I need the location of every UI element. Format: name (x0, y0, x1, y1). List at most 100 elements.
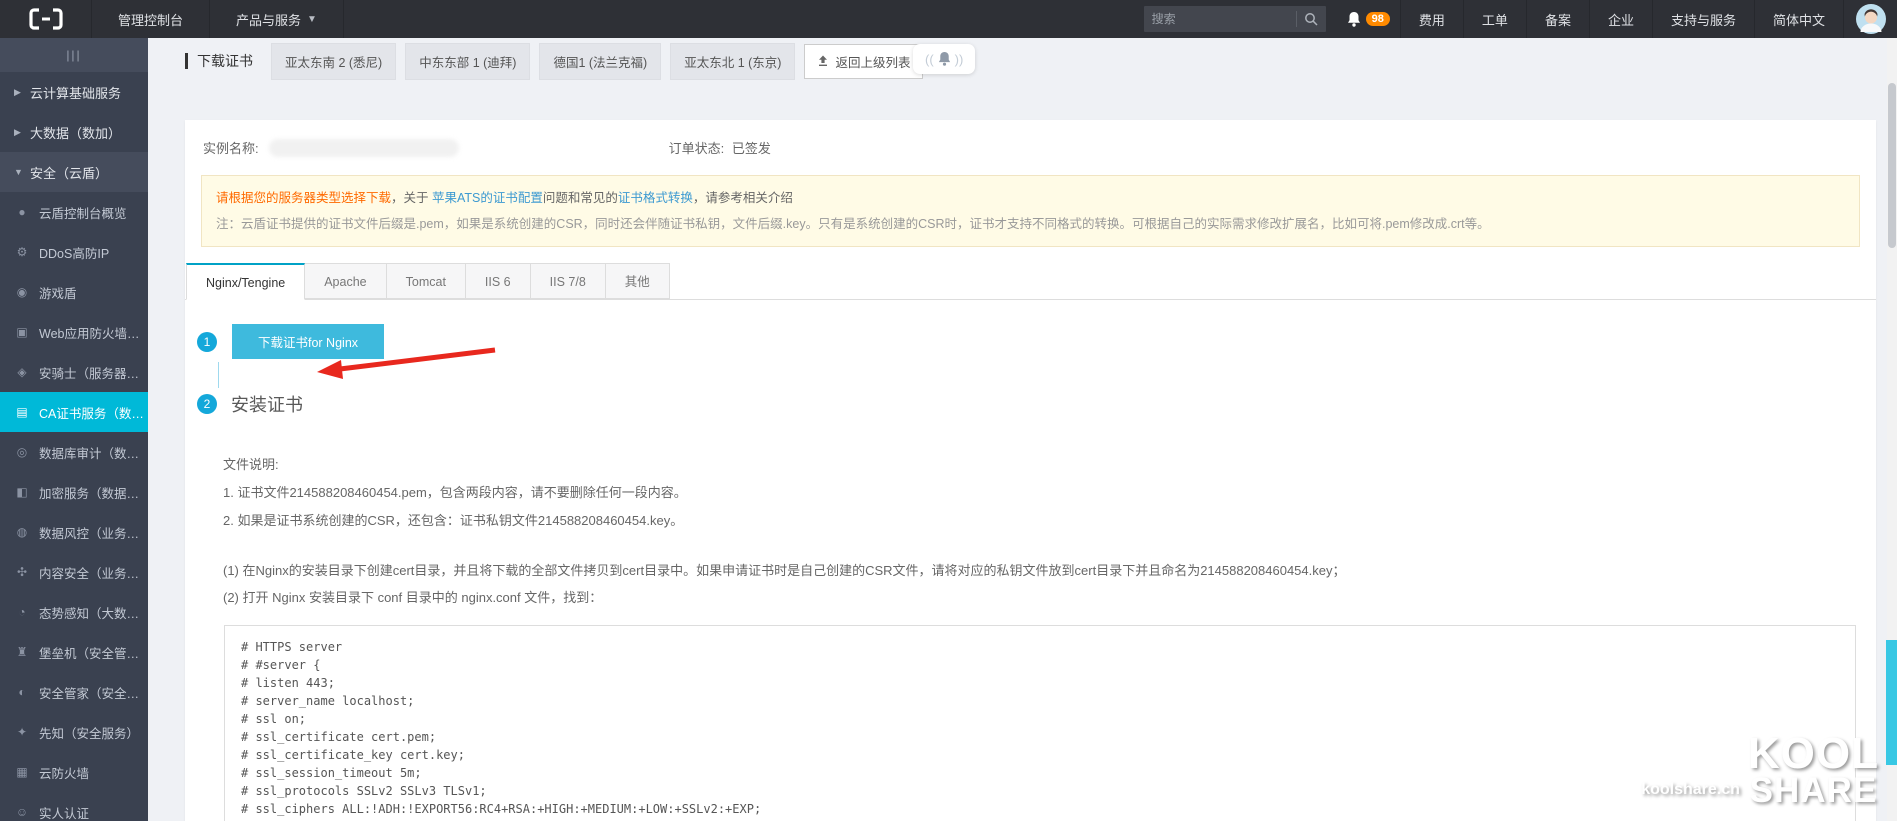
tab-tomcat[interactable]: Tomcat (386, 263, 466, 299)
collapse-sidebar-icon: ||| (66, 48, 82, 62)
gear-icon: ⚙ (16, 245, 28, 259)
region-button-tokyo[interactable]: 亚太东北 1 (东京) (670, 42, 796, 80)
content-network-icon: ✣ (16, 565, 28, 579)
waf-shield-icon: ▣ (16, 325, 28, 339)
sidebar-item-label: 云盾控制台概览 (39, 206, 127, 221)
nav-icp[interactable]: 备案 (1525, 0, 1589, 38)
sidebar-item-content-security[interactable]: ✣ 内容安全（业务安全） (0, 552, 148, 592)
order-status: 订单状态: 已签发 (669, 138, 771, 157)
sidebar-group-label: 云计算基础服务 (30, 85, 122, 101)
notifications-button[interactable]: 98 (1340, 0, 1400, 38)
sidebar-item-ddos[interactable]: ⚙ DDoS高防IP (0, 232, 148, 272)
sidebar-item-real-person-auth[interactable]: ☺ 实人认证 (0, 792, 148, 821)
risk-shield-icon: ◍ (16, 525, 28, 539)
avatar[interactable] (1843, 0, 1897, 38)
notice-box: 请根据您的服务器类型选择下载，关于 苹果ATS的证书配置问题和常见的证书格式转换… (201, 175, 1860, 247)
sidebar-item-bastion[interactable]: ♜ 堡垒机（安全管理） (0, 632, 148, 672)
file-description: 文件说明: 1. 证书文件214588208460454.pem，包含两段内容，… (223, 451, 1856, 535)
sidebar-item-label: 数据风控（业务安全） (39, 526, 148, 541)
instance-name-redacted (268, 138, 459, 157)
region-button-frankfurt[interactable]: 德国1 (法兰克福) (539, 42, 662, 80)
tab-apache[interactable]: Apache (305, 263, 387, 299)
bastion-icon: ♜ (16, 645, 28, 659)
instance-info-row: 实例名称: 订单状态: 已签发 (185, 120, 1876, 161)
topbar: 管理控制台 产品与服务 ▼ 98 费用 工单 备案 企业 支持与服务 简体中文 (0, 0, 1897, 38)
download-certificate-button[interactable]: 下载证书for Nginx (232, 324, 385, 359)
search-icon[interactable] (1304, 12, 1318, 26)
sidebar-collapse-button[interactable]: ||| (0, 38, 148, 72)
tab-nginx-tengine[interactable]: Nginx/Tengine (186, 263, 306, 300)
sidebar-item-db-audit[interactable]: ◎ 数据库审计（数据安... (0, 432, 148, 472)
tab-iis78[interactable]: IIS 7/8 (530, 263, 606, 299)
tab-iis6[interactable]: IIS 6 (465, 263, 531, 299)
install-instructions: (1) 在Nginx的安装目录下创建cert目录，并且将下载的全部文件拷贝到ce… (223, 557, 1856, 611)
search-divider (1295, 11, 1297, 27)
install-step-2: (2) 打开 Nginx 安装目录下 conf 目录中的 nginx.conf … (223, 590, 603, 605)
install-cert-title: 安装证书 (231, 395, 303, 415)
sidebar-item-situation-awareness[interactable]: ◔ 态势感知（大数据安... (0, 592, 148, 632)
ats-config-link[interactable]: 苹果ATS的证书配置 (432, 191, 543, 205)
sidebar-item-security-butler[interactable]: ◐ 安全管家（安全服务） (0, 672, 148, 712)
sidebar-item-label: 内容安全（业务安全） (39, 566, 148, 581)
nav-products-label: 产品与服务 (236, 12, 302, 28)
audit-target-icon: ◎ (16, 445, 28, 459)
code-line: # HTTPS server (241, 640, 343, 654)
notification-widget[interactable]: (( )) (913, 44, 976, 74)
sidebar: ||| ▶ 云计算基础服务 ▶ 大数据（数加） ▼ 安全（云盾） ● 云盾控制台概… (0, 38, 148, 821)
server-type-tabs: Nginx/Tengine Apache Tomcat IIS 6 IIS 7/… (185, 263, 1876, 300)
sidebar-item-label: 安骑士（服务器安全） (39, 366, 148, 381)
nav-console[interactable]: 管理控制台 (92, 0, 211, 38)
sidebar-item-label: 加密服务（数据安全） (39, 486, 148, 501)
title-accent-bar (185, 53, 188, 69)
step-2-badge: 2 (197, 394, 217, 414)
avatar-image (1855, 4, 1886, 34)
sidebar-item-yundun-overview[interactable]: ● 云盾控制台概览 (0, 192, 148, 232)
format-convert-link[interactable]: 证书格式转换 (618, 191, 693, 205)
sidebar-item-label: 态势感知（大数据安... (39, 606, 148, 621)
sidebar-item-label: 数据库审计（数据安... (39, 446, 148, 461)
sidebar-item-label: 云防火墙 (39, 766, 90, 781)
file-desc-title: 文件说明: (223, 457, 279, 472)
sidebar-item-encryption[interactable]: ◧ 加密服务（数据安全） (0, 472, 148, 512)
aliyun-logo[interactable] (0, 0, 92, 38)
nav-support[interactable]: 支持与服务 (1651, 0, 1754, 38)
scrollbar-thumb[interactable] (1888, 83, 1896, 248)
notice-text: 问题和常见的 (542, 191, 618, 205)
region-button-sydney[interactable]: 亚太东南 2 (悉尼) (271, 42, 397, 80)
bell-icon (1347, 11, 1360, 27)
sidebar-group-big-data[interactable]: ▶ 大数据（数加） (0, 112, 148, 152)
sidebar-group-security[interactable]: ▼ 安全（云盾） (0, 152, 148, 192)
file-desc-item-2: 2. 如果是证书系统创建的CSR，还包含：证书私钥文件2145882084604… (223, 513, 684, 528)
nav-enterprise[interactable]: 企业 (1588, 0, 1652, 38)
nav-billing[interactable]: 费用 (1399, 0, 1463, 38)
search-input[interactable] (1151, 12, 1289, 26)
sidebar-item-game-shield[interactable]: ◉ 游戏盾 (0, 272, 148, 312)
step-1-badge: 1 (197, 331, 217, 352)
sidebar-item-cloud-firewall[interactable]: ▦ 云防火墙 (0, 752, 148, 792)
sidebar-group-cloud-computing[interactable]: ▶ 云计算基础服务 (0, 72, 148, 112)
sidebar-item-risk-control[interactable]: ◍ 数据风控（业务安全） (0, 512, 148, 552)
install-step-1: (1) 在Nginx的安装目录下创建cert目录，并且将下载的全部文件拷贝到ce… (223, 563, 1346, 578)
page-header: 下载证书 亚太东南 2 (悉尼) 中东东部 1 (迪拜) 德国1 (法兰克福) … (148, 38, 1897, 84)
step-1-row: 1 下载证书for Nginx (197, 324, 1860, 359)
notification-badge: 98 (1365, 12, 1390, 26)
nav-tickets[interactable]: 工单 (1462, 0, 1526, 38)
tab-other[interactable]: 其他 (605, 263, 670, 299)
feedback-tab[interactable] (1886, 640, 1897, 765)
back-to-list-button[interactable]: 返回上级列表 (804, 43, 924, 79)
order-status-value: 已签发 (731, 141, 771, 156)
nav-language[interactable]: 简体中文 (1753, 0, 1843, 38)
sidebar-item-waf[interactable]: ▣ Web应用防火墙（网... (0, 312, 148, 352)
code-line: # ssl_ciphers ALL:!ADH:!EXPORT56:RC4+RSA… (241, 802, 762, 816)
region-button-dubai[interactable]: 中东东部 1 (迪拜) (405, 42, 531, 80)
arrow-up-icon (819, 55, 828, 66)
person-verify-icon: ☺ (15, 805, 29, 819)
nav-products[interactable]: 产品与服务 ▼ (210, 0, 344, 38)
code-line: # listen 443; (241, 676, 335, 690)
sidebar-item-xianzhi[interactable]: ✦ 先知（安全服务） (0, 712, 148, 752)
encryption-icon: ◧ (16, 485, 28, 499)
situation-shield-icon: ◔ (18, 605, 26, 619)
sidebar-item-ca-cert[interactable]: ▤ CA证书服务（数据安... (0, 392, 148, 432)
sidebar-item-anknight[interactable]: ◈ 安骑士（服务器安全） (0, 352, 148, 392)
